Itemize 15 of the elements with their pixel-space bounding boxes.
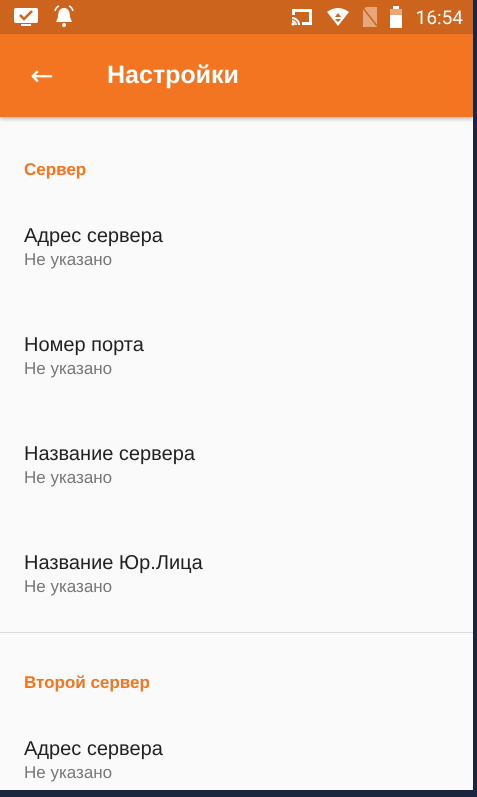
preference-item[interactable]: Адрес сервера Не указано [24,695,449,790]
preference-item[interactable]: Адрес сервера Не указано [24,182,449,291]
preference-item[interactable]: Название Юр.Лица Не указано [24,509,449,618]
section-header: Второй сервер [24,672,151,694]
wifi-icon [326,7,350,27]
cast-icon [290,7,314,27]
preference-item[interactable]: Номер порта Не указано [24,291,449,400]
no-sim-icon [362,6,378,28]
section-header: Сервер [24,159,88,181]
notification-icon [13,6,41,28]
alarm-bell-icon [53,5,75,29]
screen-title: Настройки [107,61,239,90]
status-time: 16:54 [416,6,463,28]
battery-icon [390,6,402,28]
preference-item[interactable]: Название сервера Не указано [24,400,449,509]
